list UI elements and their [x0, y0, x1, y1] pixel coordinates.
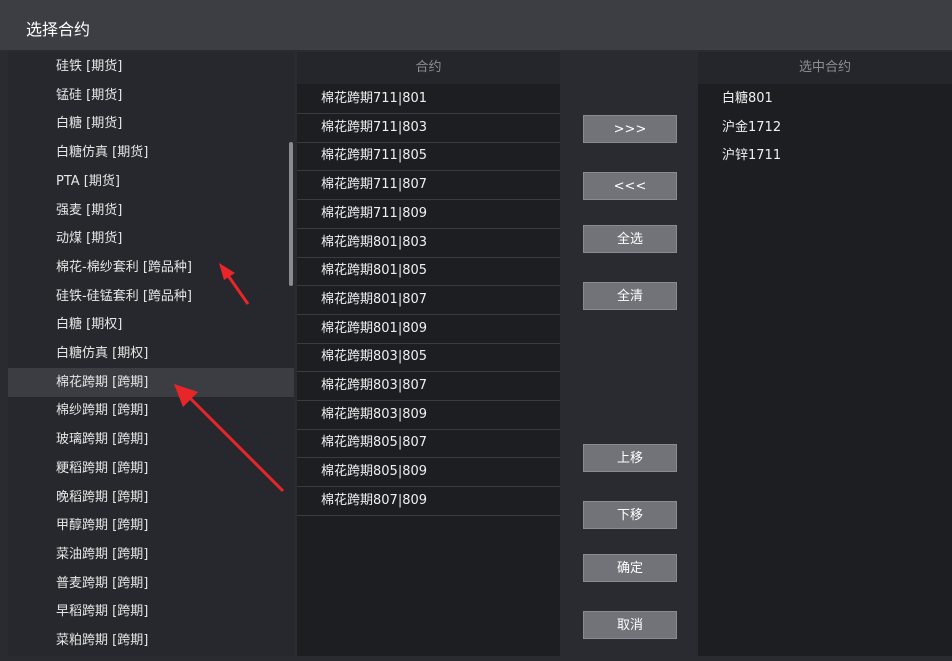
category-list-item[interactable]: 晚稻跨期 [跨期]: [8, 483, 294, 512]
contract-row[interactable]: 棉花跨期803|807: [297, 372, 560, 401]
contract-row[interactable]: 棉花跨期807|809: [297, 487, 560, 516]
contract-row[interactable]: 棉花跨期711|803: [297, 114, 560, 143]
contract-row[interactable]: 棉花跨期711|807: [297, 171, 560, 201]
contract-label: 棉花跨期803|809: [321, 406, 428, 422]
selected-contract-row[interactable]: 白糖801: [698, 85, 952, 113]
category-list-item[interactable]: 菜油跨期 [跨期]: [8, 540, 294, 569]
category-label: 白糖仿真 [期货]: [56, 145, 149, 161]
category-label: PTA [期货]: [56, 173, 120, 189]
contract-row[interactable]: 棉花跨期711|801: [297, 85, 560, 114]
contract-row[interactable]: 棉花跨期711|809: [297, 200, 560, 229]
contract-label: 棉花跨期801|809: [321, 320, 428, 336]
category-list-item[interactable]: 白糖仿真 [期货]: [8, 138, 294, 167]
category-list-item[interactable]: 白糖 [期权]: [8, 310, 294, 339]
contract-row[interactable]: 棉花跨期801|807: [297, 286, 560, 315]
category-label: 玻璃跨期 [跨期]: [56, 432, 149, 448]
clear-all-button[interactable]: 全清: [583, 282, 677, 310]
contract-label: 棉花跨期711|801: [321, 91, 428, 106]
contract-label: 棉花跨期711|809: [321, 205, 428, 221]
contract-list-header: 合约: [297, 52, 560, 84]
category-label: 锰硅 [期货]: [56, 87, 123, 103]
category-list-item[interactable]: PTA [期货]: [8, 167, 294, 196]
contract-label: 棉花跨期807|809: [321, 492, 428, 508]
category-list-item[interactable]: 玻璃跨期 [跨期]: [8, 425, 294, 454]
category-label: 硅铁 [期货]: [56, 59, 123, 74]
category-label: 白糖 [期权]: [56, 317, 123, 333]
remove-button[interactable]: <<<: [583, 172, 677, 200]
category-list-item[interactable]: 粳稻跨期 [跨期]: [8, 454, 294, 483]
contract-label: 棉花跨期711|805: [321, 148, 428, 164]
contract-label: 棉花跨期805|809: [321, 464, 428, 480]
category-list-item[interactable]: 甲醇跨期 [跨期]: [8, 511, 294, 540]
contract-list[interactable]: 合约 棉花跨期711|801 棉花跨期711|803 棉花跨期711|805 棉花跨期…: [297, 52, 560, 656]
move-down-button[interactable]: 下移: [583, 501, 677, 529]
selected-contract-row[interactable]: 沪金1712: [698, 114, 952, 142]
contract-row[interactable]: 棉花跨期803|805: [297, 343, 560, 373]
contract-label: 棉花跨期711|807: [321, 177, 428, 193]
contract-label: 棉花跨期711|803: [321, 119, 428, 135]
category-label: 白糖仿真 [期权]: [56, 346, 149, 361]
contract-row[interactable]: 棉花跨期805|807: [297, 429, 560, 459]
category-list-item[interactable]: 普麦跨期 [跨期]: [8, 569, 294, 598]
contract-label: 棉花跨期803|807: [321, 378, 428, 393]
contract-row[interactable]: 棉花跨期803|809: [297, 401, 560, 430]
selected-contract-label: 沪锌1711: [722, 148, 782, 164]
move-up-button[interactable]: 上移: [583, 444, 677, 472]
category-list-item[interactable]: 早稻跨期 [跨期]: [8, 597, 294, 626]
action-buttons-column: >>> <<< 全选 全清 上移 下移 确定 取消: [561, 52, 697, 656]
category-label: 菜油跨期 [跨期]: [56, 546, 149, 562]
category-label: 普麦跨期 [跨期]: [56, 575, 149, 591]
category-label: 菜粕跨期 [跨期]: [56, 633, 149, 648]
category-list-item[interactable]: 棉花-棉纱套利 [跨品种]: [8, 253, 294, 282]
category-label: 棉花跨期 [跨期]: [56, 374, 149, 390]
contract-row[interactable]: 棉花跨期805|809: [297, 458, 560, 488]
contract-label: 棉花跨期801|803: [321, 234, 428, 250]
selected-contract-row[interactable]: 沪锌1711: [698, 142, 952, 170]
category-label: 甲醇跨期 [跨期]: [56, 518, 149, 534]
cancel-button[interactable]: 取消: [583, 611, 677, 639]
contract-label: 棉花跨期803|805: [321, 349, 428, 365]
category-list-item[interactable]: 强麦 [期货]: [8, 196, 294, 225]
selected-contract-label: 白糖801: [722, 91, 773, 106]
contract-label: 棉花跨期801|807: [321, 291, 428, 307]
contract-row[interactable]: 棉花跨期801|803: [297, 229, 560, 258]
category-list-item[interactable]: 白糖 [期货]: [8, 109, 294, 138]
confirm-button[interactable]: 确定: [583, 554, 677, 582]
category-label: 棉纱跨期 [跨期]: [56, 403, 149, 419]
category-list-item[interactable]: 锰硅 [期货]: [8, 81, 294, 110]
contract-label: 棉花跨期805|807: [321, 435, 428, 451]
add-button[interactable]: >>>: [583, 115, 677, 143]
category-list-item[interactable]: 硅铁 [期货]: [8, 52, 294, 81]
category-label: 强麦 [期货]: [56, 202, 123, 218]
category-label: 早稻跨期 [跨期]: [56, 604, 149, 620]
product-category-list[interactable]: 硅铁 [期货] 锰硅 [期货] 白糖 [期货] 白糖仿真 [期货] PTA [期货] 强麦…: [8, 52, 294, 656]
window-title: 选择合约: [26, 20, 91, 39]
category-list-item[interactable]: 硅铁-硅锰套利 [跨品种]: [8, 282, 294, 311]
category-label: 白糖 [期货]: [56, 116, 123, 132]
contract-row[interactable]: 棉花跨期801|809: [297, 315, 560, 344]
category-list-item[interactable]: 菜粕跨期 [跨期]: [8, 626, 294, 655]
contract-label: 棉花跨期801|805: [321, 263, 428, 279]
window-title-bar: 选择合约: [0, 0, 952, 51]
contract-row[interactable]: 棉花跨期711|805: [297, 142, 560, 172]
left-list-scrollbar[interactable]: [289, 142, 293, 286]
category-label: 动煤 [期货]: [56, 231, 123, 247]
category-list-item[interactable]: 棉纱跨期 [跨期]: [8, 396, 294, 425]
contract-row[interactable]: 棉花跨期801|805: [297, 257, 560, 287]
selected-contract-label: 沪金1712: [722, 119, 782, 135]
select-all-button[interactable]: 全选: [583, 225, 677, 253]
category-list-item[interactable]: 棉花跨期 [跨期]: [8, 367, 294, 397]
selected-list-header: 选中合约: [698, 52, 952, 84]
category-label: 棉花-棉纱套利 [跨品种]: [56, 259, 192, 275]
category-label: 晚稻跨期 [跨期]: [56, 489, 149, 505]
selected-contract-list[interactable]: 选中合约 白糖801 沪金1712 沪锌1711: [698, 52, 952, 656]
category-list-item[interactable]: 动煤 [期货]: [8, 224, 294, 253]
category-label: 粳稻跨期 [跨期]: [56, 460, 149, 476]
category-list-item[interactable]: 白糖仿真 [期权]: [8, 339, 294, 368]
category-label: 硅铁-硅锰套利 [跨品种]: [56, 288, 192, 304]
